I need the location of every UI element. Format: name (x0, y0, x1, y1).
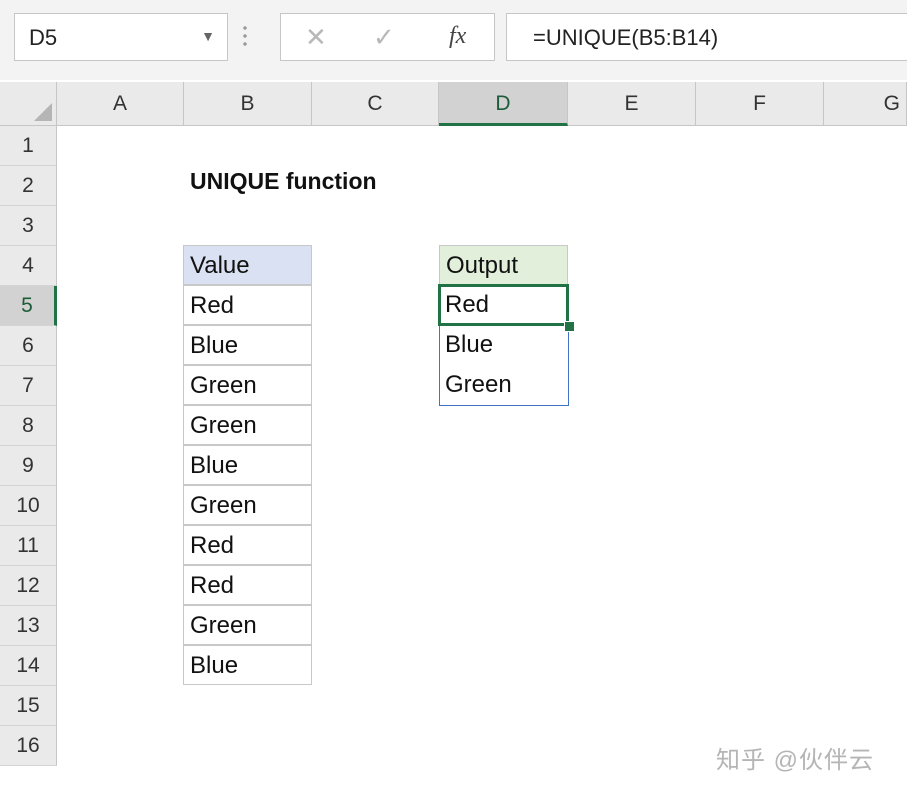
value-cell[interactable]: Green (183, 365, 312, 405)
fill-handle[interactable] (564, 321, 575, 332)
row-header[interactable]: 16 (0, 726, 57, 766)
active-cell-outline (438, 284, 569, 326)
value-header-cell[interactable]: Value (183, 245, 312, 285)
row-header[interactable]: 4 (0, 246, 57, 286)
row-header[interactable]: 2 (0, 166, 57, 206)
column-header-d[interactable]: D (439, 82, 568, 126)
name-box[interactable]: D5 ▼ (14, 13, 228, 61)
watermark: 知乎 @伙伴云 (716, 747, 875, 774)
row-header[interactable]: 12 (0, 566, 57, 606)
value-cell[interactable]: Red (183, 285, 312, 325)
name-box-value: D5 (29, 25, 58, 50)
value-cell[interactable]: Green (183, 605, 312, 645)
row-header[interactable]: 14 (0, 646, 57, 686)
column-header-f[interactable]: F (696, 82, 824, 126)
output-header-cell[interactable]: Output (439, 245, 568, 285)
sheet-title[interactable]: UNIQUE function (190, 168, 377, 195)
row-header[interactable]: 10 (0, 486, 57, 526)
row-header[interactable]: 15 (0, 686, 57, 726)
value-cell[interactable]: Blue (183, 325, 312, 365)
column-header-g[interactable]: G (824, 82, 907, 126)
row-header[interactable]: 9 (0, 446, 57, 486)
column-header-e[interactable]: E (568, 82, 696, 126)
row-header[interactable]: 1 (0, 126, 57, 166)
row-header[interactable]: 11 (0, 526, 57, 566)
value-cell[interactable]: Red (183, 525, 312, 565)
column-header-c[interactable]: C (312, 82, 439, 126)
column-header-a[interactable]: A (57, 82, 184, 126)
insert-function-icon[interactable]: fx (449, 23, 466, 50)
row-header[interactable]: 13 (0, 606, 57, 646)
enter-icon[interactable]: ✓ (373, 22, 395, 53)
value-cell[interactable]: Green (183, 405, 312, 445)
select-all-button[interactable] (0, 82, 57, 126)
row-header[interactable]: 8 (0, 406, 57, 446)
value-cell[interactable]: Red (183, 565, 312, 605)
grip-handle[interactable] (243, 24, 247, 50)
value-cell[interactable]: Blue (183, 645, 312, 685)
row-header[interactable]: 3 (0, 206, 57, 246)
column-header-b[interactable]: B (184, 82, 312, 126)
formula-input[interactable]: =UNIQUE(B5:B14) (506, 13, 907, 61)
cancel-icon[interactable]: ✕ (305, 22, 327, 53)
formula-buttons: ✕ ✓ fx (280, 13, 495, 61)
row-header[interactable]: 7 (0, 366, 57, 406)
chevron-down-icon[interactable]: ▼ (201, 28, 215, 44)
row-header[interactable]: 6 (0, 326, 57, 366)
formula-text: =UNIQUE(B5:B14) (533, 25, 719, 50)
value-cell[interactable]: Blue (183, 445, 312, 485)
select-all-icon (34, 103, 52, 121)
formula-bar: D5 ▼ ✕ ✓ fx =UNIQUE(B5:B14) (0, 0, 907, 80)
row-header[interactable]: 5 (0, 286, 57, 326)
value-cell[interactable]: Green (183, 485, 312, 525)
